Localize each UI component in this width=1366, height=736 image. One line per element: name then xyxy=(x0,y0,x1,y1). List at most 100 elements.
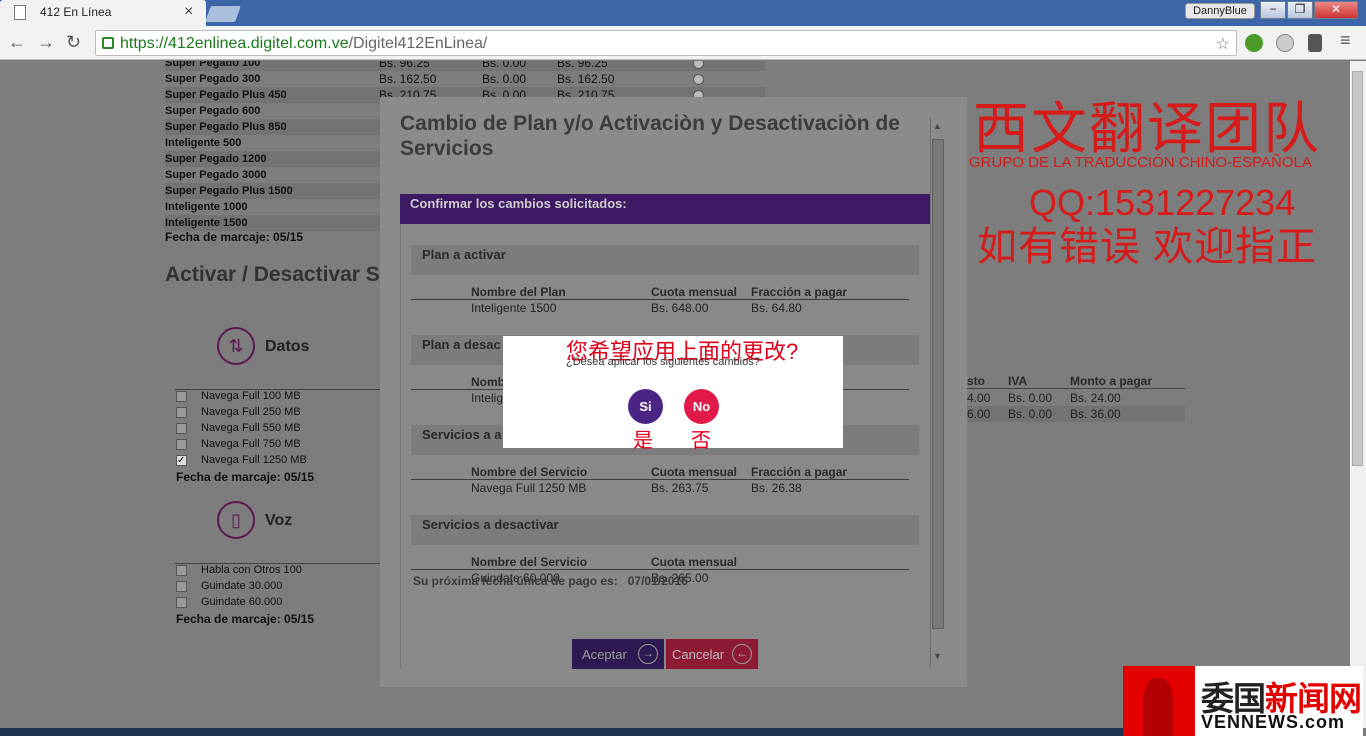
plan-radio[interactable] xyxy=(693,74,704,85)
section-plan-activar: Plan a activar xyxy=(411,245,919,275)
profile-button[interactable]: DannyBlue xyxy=(1185,3,1255,19)
maximize-button[interactable]: ❐ xyxy=(1287,1,1313,19)
arrow-left-icon: ← xyxy=(732,644,752,664)
yes-button[interactable]: Si xyxy=(628,389,663,424)
col-fraccion: Fracción a pagar xyxy=(751,465,848,479)
zh-yes-overlay: 是 xyxy=(633,430,653,452)
divider xyxy=(411,479,909,480)
close-tab-icon[interactable]: × xyxy=(184,3,193,21)
window-titlebar: 412 En Línea × DannyBlue − ❐ ✕ xyxy=(0,0,1366,26)
section-servicios-desactivar: Servicios a desactivar xyxy=(411,515,919,545)
marcaje-date: Fecha de marcaje: 05/15 xyxy=(176,612,315,626)
reload-icon[interactable]: ↻ xyxy=(66,32,81,53)
plan-row: Super Pegado 600 xyxy=(165,105,261,117)
confirm-question: ¿Desea aplicar los siguientes cambios? xyxy=(566,356,760,368)
extension-icon[interactable] xyxy=(1276,34,1294,52)
divider xyxy=(967,388,1185,389)
scrollbar-thumb[interactable] xyxy=(1352,71,1363,466)
watermark-subtitle: GRUPO DE LA TRADUCCIÓN CHINO-ESPAÑOLA xyxy=(969,154,1312,171)
close-window-button[interactable]: ✕ xyxy=(1314,1,1358,19)
url-text: https://412enlinea.digitel.com.ve/Digite… xyxy=(120,35,488,52)
service-checkbox[interactable] xyxy=(176,581,187,592)
plan-row: Super Pegado 300 xyxy=(165,73,261,85)
back-icon[interactable]: ← xyxy=(8,32,26,53)
table-cell: Bs. 64.80 xyxy=(751,301,802,315)
bookmark-star-icon[interactable]: ☆ xyxy=(1216,34,1230,54)
address-bar[interactable]: https://412enlinea.digitel.com.ve/Digite… xyxy=(95,30,1237,56)
watermark-title: 西文翻译团队 xyxy=(973,97,1321,160)
divider xyxy=(411,299,909,300)
table-cell: 4.00 xyxy=(967,391,991,405)
confirm-header: Confirmar los cambios solicitados: xyxy=(400,194,930,224)
plan-row: Super Pegado 3000 xyxy=(165,169,267,181)
plan-row: Inteligente 1000 xyxy=(165,201,248,213)
minimize-button[interactable]: − xyxy=(1260,1,1286,19)
service-label: Navega Full 750 MB xyxy=(201,438,301,450)
extension-icon[interactable] xyxy=(1245,34,1263,52)
zh-no-overlay: 否 xyxy=(691,430,711,452)
logo-subtitle: VENNEWS.com xyxy=(1201,712,1346,732)
service-checkbox[interactable] xyxy=(176,565,187,576)
plan-row: Inteligente 500 xyxy=(165,137,242,149)
service-checkbox[interactable] xyxy=(176,423,187,434)
watermark-note: 如有错误 欢迎指正 xyxy=(977,225,1318,269)
lock-icon xyxy=(102,37,114,49)
scroll-down-icon[interactable]: ▼ xyxy=(933,651,942,661)
cancel-button[interactable]: Cancelar ← xyxy=(666,639,758,669)
accept-button[interactable]: Aceptar → xyxy=(572,639,664,669)
service-checkbox[interactable] xyxy=(176,597,187,608)
service-label: Guindate 60.000 xyxy=(201,596,283,608)
col-fraccion: Fracción a pagar xyxy=(751,285,848,299)
table-cell: Navega Full 1250 MB xyxy=(471,481,587,495)
vennews-logo: 委国新闻网 VENNEWS.com xyxy=(1123,666,1363,736)
new-tab-button[interactable] xyxy=(205,6,241,22)
col-costo: sto xyxy=(967,374,985,388)
col-monto: Monto a pagar xyxy=(1070,374,1153,388)
no-button[interactable]: No xyxy=(684,389,719,424)
page-scrollbar[interactable] xyxy=(1350,61,1366,728)
modal-scrollbar[interactable]: ▲ ▼ xyxy=(930,117,945,667)
tab-title: 412 En Línea xyxy=(40,5,112,19)
datos-icon: ⇅ xyxy=(217,327,255,365)
scroll-up-icon[interactable]: ▲ xyxy=(933,121,942,131)
payment-label: Su próxima fecha única de pago es: xyxy=(413,574,618,588)
table-cell: Bs. 0.00 xyxy=(482,61,527,70)
divider xyxy=(411,569,909,570)
browser-toolbar: ← → ↻ https://412enlinea.digitel.com.ve/… xyxy=(0,26,1366,60)
service-label: Habla con Otros 100 xyxy=(201,564,302,576)
table-cell: Bs. 263.75 xyxy=(651,481,709,495)
service-label: Navega Full 550 MB xyxy=(201,422,301,434)
forward-icon[interactable]: → xyxy=(37,32,55,53)
modal-title: Cambio de Plan y/o Activaciòn y Desactiv… xyxy=(400,112,900,160)
os-taskbar xyxy=(0,728,1123,736)
extension-icon[interactable] xyxy=(1308,34,1322,52)
table-cell: Bs. 24.00 xyxy=(1070,391,1121,405)
table-cell: Bs. 0.00 xyxy=(1008,407,1053,421)
table-cell: Bs. 648.00 xyxy=(651,301,709,315)
table-cell: Bs. 0.00 xyxy=(482,72,527,86)
service-checkbox[interactable] xyxy=(176,391,187,402)
browser-tab[interactable]: 412 En Línea × xyxy=(0,0,206,26)
section-heading: Activar / Desactivar S xyxy=(165,263,380,286)
service-checkbox[interactable] xyxy=(176,439,187,450)
service-label: Navega Full 250 MB xyxy=(201,406,301,418)
service-checkbox[interactable] xyxy=(176,407,187,418)
table-cell: Bs. 96.25 xyxy=(557,61,608,70)
logo-emblem xyxy=(1123,666,1195,736)
marcaje-date: Fecha de marcaje: 05/15 xyxy=(176,470,315,484)
table-cell: 6.00 xyxy=(967,407,991,421)
datos-label: Datos xyxy=(265,338,310,355)
table-cell: Inteligente 1500 xyxy=(471,301,557,315)
service-label: Navega Full 100 MB xyxy=(201,390,301,402)
table-cell: Bs. 0.00 xyxy=(1008,391,1053,405)
scrollbar-thumb[interactable] xyxy=(932,139,944,629)
col-plan: Nombre del Plan xyxy=(471,285,566,299)
table-cell: Bs. 96.25 xyxy=(379,61,430,70)
voz-phone-icon: ▯ xyxy=(217,501,255,539)
marcaje-date: Fecha de marcaje: 05/15 xyxy=(165,230,304,244)
menu-icon[interactable]: ≡ xyxy=(1340,30,1351,51)
service-checkbox[interactable]: ✓ xyxy=(176,455,187,466)
table-cell: Bs. 162.50 xyxy=(379,72,437,86)
col-cuota: Cuota mensual xyxy=(651,465,738,479)
voz-label: Voz xyxy=(265,512,293,529)
